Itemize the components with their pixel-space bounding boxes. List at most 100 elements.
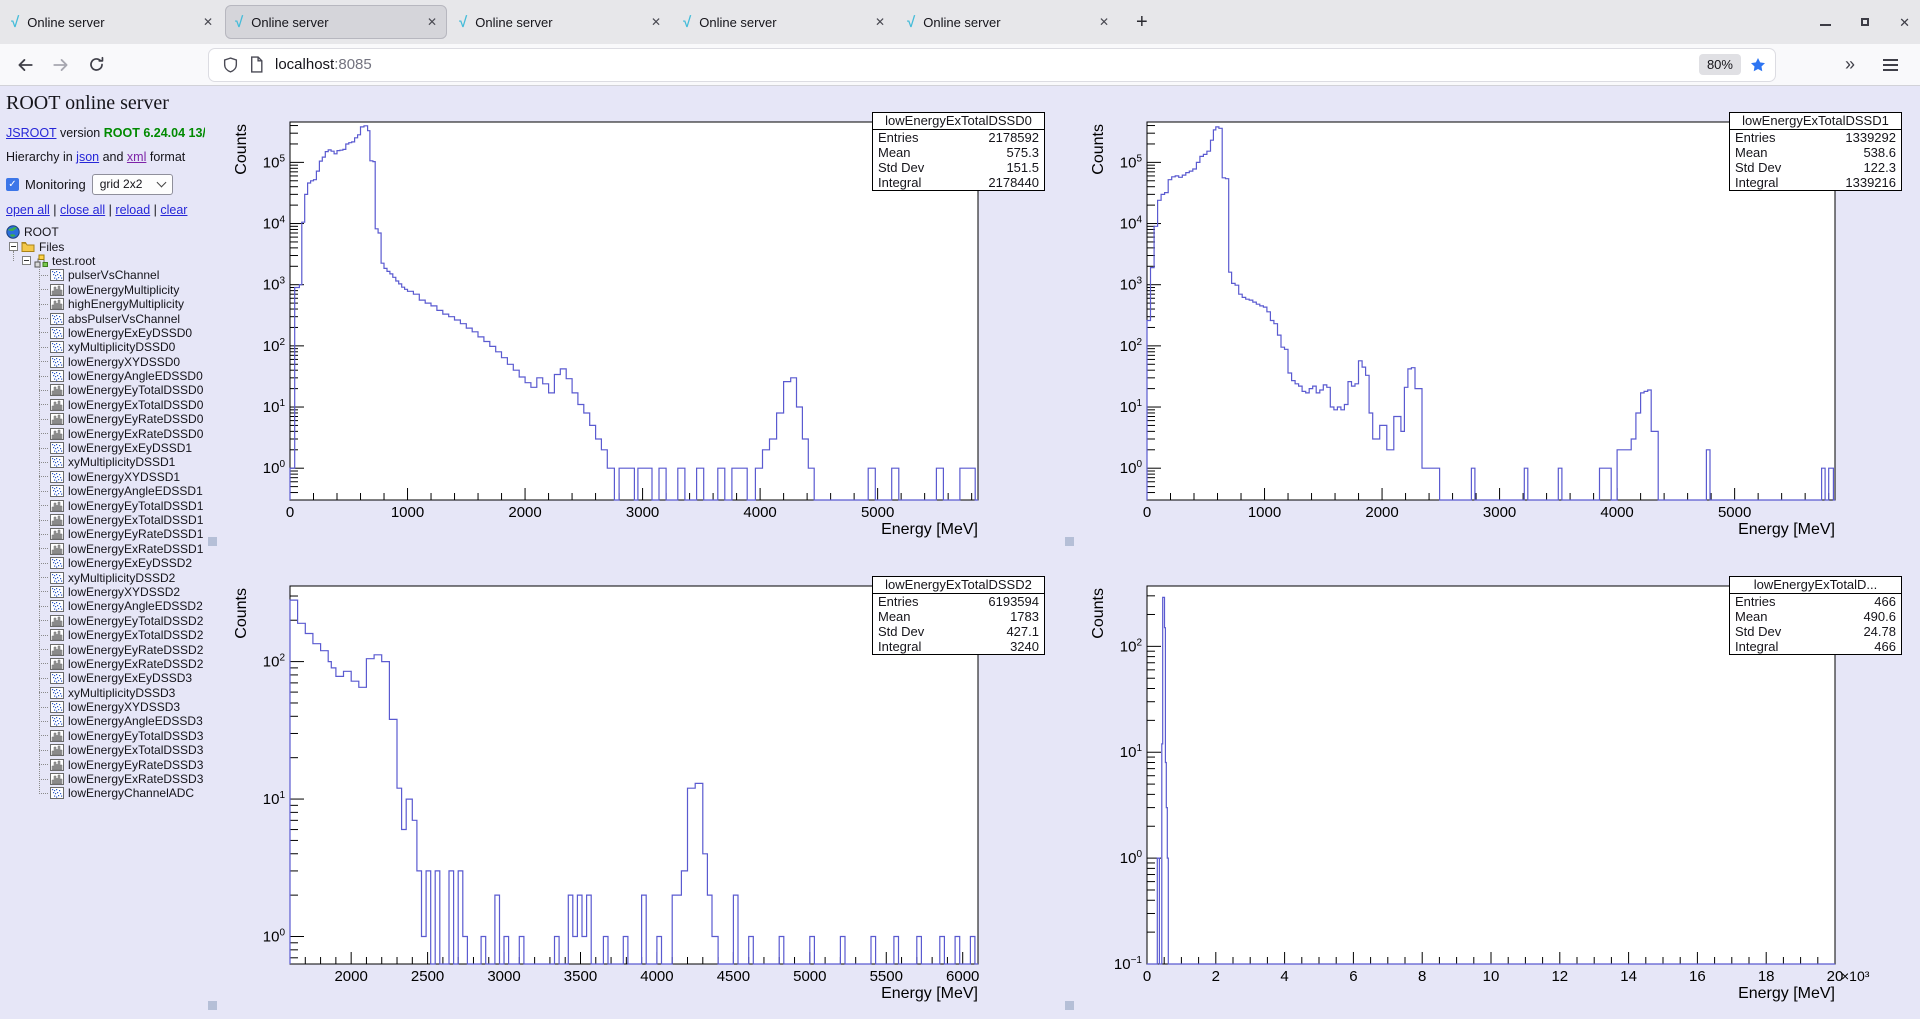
stats-box[interactable]: lowEnergyExTotalDSSD2 Entries 6193594 Mean 1… xyxy=(872,576,1045,655)
grid-layout-select[interactable]: grid 2x2 xyxy=(91,174,174,195)
tab-strip: √ Online server ✕ √ Online server ✕ √ Online se… xyxy=(0,0,1120,44)
tab-close-icon[interactable]: ✕ xyxy=(203,15,213,29)
browser-tab[interactable]: √ Online server ✕ xyxy=(1,5,223,39)
close-all-link[interactable]: close all xyxy=(60,203,105,217)
tree-item[interactable]: lowEnergyEyRateDSSD1 xyxy=(5,527,205,541)
tree-item[interactable]: lowEnergyExTotalDSSD3 xyxy=(5,743,205,757)
collapse-expander-icon[interactable] xyxy=(9,242,18,252)
tree-item[interactable]: lowEnergyEyTotalDSSD2 xyxy=(5,614,205,628)
canvas-pad[interactable]: 10−1 100 101 102 0 2 4 6 8 10 12 14 16 18 20 Energy [Me… xyxy=(1062,550,1920,1014)
tree-item[interactable]: xyMultiplicityDSSD0 xyxy=(5,340,205,354)
tree-item[interactable]: lowEnergyChannelADC xyxy=(5,786,205,800)
bookmark-star-icon[interactable] xyxy=(1749,56,1767,74)
pad-resize-handle[interactable] xyxy=(1065,1001,1074,1010)
window-close-icon[interactable]: ✕ xyxy=(1899,16,1910,29)
pad-resize-handle[interactable] xyxy=(208,1001,217,1010)
tree-item[interactable]: xyMultiplicityDSSD3 xyxy=(5,686,205,700)
stats-row: Mean 575.3 xyxy=(873,145,1044,160)
tree-item[interactable]: lowEnergyExRateDSSD0 xyxy=(5,426,205,440)
shield-icon[interactable] xyxy=(222,56,239,74)
tree-item[interactable]: lowEnergyAngleEDSSD2 xyxy=(5,599,205,613)
tree-item[interactable]: lowEnergyExEyDSSD2 xyxy=(5,556,205,570)
url-bar[interactable]: localhost:8085 80% xyxy=(209,48,1775,81)
pad-resize-handle[interactable] xyxy=(208,537,217,546)
tree-item[interactable]: lowEnergyExEyDSSD3 xyxy=(5,671,205,685)
tree-item-files[interactable]: Files xyxy=(5,239,205,253)
tree-item[interactable]: lowEnergyExRateDSSD2 xyxy=(5,657,205,671)
app-menu-icon[interactable] xyxy=(1883,58,1898,71)
tree-item[interactable]: xyMultiplicityDSSD1 xyxy=(5,455,205,469)
stats-row: Entries 6193594 xyxy=(873,594,1044,609)
tab-close-icon[interactable]: ✕ xyxy=(427,15,437,29)
monitoring-checkbox[interactable]: ✓ xyxy=(6,178,19,191)
tree-item[interactable]: lowEnergyEyRateDSSD3 xyxy=(5,757,205,771)
window-maximize-icon[interactable] xyxy=(1861,18,1870,26)
histogram-2d-icon xyxy=(50,557,64,570)
stat-label: Mean xyxy=(1735,609,1768,624)
tree-item[interactable]: lowEnergyEyTotalDSSD1 xyxy=(5,498,205,512)
new-tab-button[interactable]: + xyxy=(1136,12,1148,32)
url-text[interactable]: localhost:8085 xyxy=(275,56,372,73)
tree-item[interactable]: highEnergyMultiplicity xyxy=(5,297,205,311)
tree-item[interactable]: lowEnergyAngleEDSSD1 xyxy=(5,484,205,498)
tree-item[interactable]: lowEnergyEyTotalDSSD3 xyxy=(5,729,205,743)
xml-link[interactable]: xml xyxy=(127,150,146,164)
tree-item[interactable]: lowEnergyExTotalDSSD1 xyxy=(5,513,205,527)
y-axis-title: Counts xyxy=(233,124,250,175)
x-tick-label: 1000 xyxy=(391,504,424,521)
tab-close-icon[interactable]: ✕ xyxy=(651,15,661,29)
separator: | xyxy=(53,203,57,217)
tree-item[interactable]: lowEnergyExEyDSSD1 xyxy=(5,441,205,455)
stats-box[interactable]: lowEnergyExTotalDSSD0 Entries 2178592 Mean 5… xyxy=(872,112,1045,191)
stats-box[interactable]: lowEnergyExTotalD... Entries 466 Mean 490.6 S… xyxy=(1729,576,1902,655)
window-minimize-icon[interactable] xyxy=(1820,24,1832,26)
tab-close-icon[interactable]: ✕ xyxy=(1099,15,1109,29)
pad-resize-handle[interactable] xyxy=(1065,537,1074,546)
tree-item[interactable]: lowEnergyExTotalDSSD2 xyxy=(5,628,205,642)
tree-item[interactable]: lowEnergyExRateDSSD3 xyxy=(5,772,205,786)
zoom-level-badge[interactable]: 80% xyxy=(1698,54,1741,75)
tree-item[interactable]: lowEnergyXYDSSD3 xyxy=(5,700,205,714)
clear-link[interactable]: clear xyxy=(160,203,187,217)
tree-item-test-root[interactable]: test.root xyxy=(5,254,205,268)
canvas-pad[interactable]: 100 101 102 103 104 105 0 1000 2000 3000 4000 5000 E… xyxy=(205,86,1062,550)
overflow-menu-icon[interactable]: » xyxy=(1845,54,1855,75)
tab-close-icon[interactable]: ✕ xyxy=(875,15,885,29)
tree-item[interactable]: lowEnergyExRateDSSD1 xyxy=(5,542,205,556)
canvas-pad[interactable]: 100 101 102 2000 2500 3000 3500 4000 4500 5000 550… xyxy=(205,550,1062,1014)
reload-icon[interactable] xyxy=(88,56,105,73)
collapse-expander-icon[interactable] xyxy=(22,256,31,266)
json-link[interactable]: json xyxy=(76,150,99,164)
tree-item[interactable]: lowEnergyEyRateDSSD2 xyxy=(5,642,205,656)
reload-link[interactable]: reload xyxy=(115,203,150,217)
open-all-link[interactable]: open all xyxy=(6,203,50,217)
tree-item[interactable]: pulserVsChannel xyxy=(5,268,205,282)
tree-item[interactable]: lowEnergyMultiplicity xyxy=(5,283,205,297)
back-icon[interactable] xyxy=(16,56,34,74)
jsroot-link[interactable]: JSROOT xyxy=(6,126,56,140)
forward-icon[interactable] xyxy=(52,56,70,74)
tree-item-root[interactable]: ROOT xyxy=(5,225,205,239)
tree-item[interactable]: xyMultiplicityDSSD2 xyxy=(5,570,205,584)
page-info-icon[interactable] xyxy=(249,56,264,73)
tree-item[interactable]: lowEnergyXYDSSD0 xyxy=(5,355,205,369)
tree-item[interactable]: lowEnergyAngleEDSSD0 xyxy=(5,369,205,383)
browser-tab[interactable]: √ Online server ✕ xyxy=(673,5,895,39)
tree-item[interactable]: lowEnergyAngleEDSSD3 xyxy=(5,714,205,728)
tree-item[interactable]: absPulserVsChannel xyxy=(5,311,205,325)
x-tick-label: 3500 xyxy=(564,968,597,985)
tree-item[interactable]: lowEnergyXYDSSD2 xyxy=(5,585,205,599)
x-tick-label: 5000 xyxy=(793,968,826,985)
browser-tab[interactable]: √ Online server ✕ xyxy=(449,5,671,39)
y-tick-label: 104 xyxy=(263,215,286,233)
browser-tab[interactable]: √ Online server ✕ xyxy=(225,5,447,39)
tree-item[interactable]: lowEnergyExTotalDSSD0 xyxy=(5,398,205,412)
browser-tab[interactable]: √ Online server ✕ xyxy=(897,5,1119,39)
stats-box[interactable]: lowEnergyExTotalDSSD1 Entries 1339292 Mean 5… xyxy=(1729,112,1902,191)
tree-connector xyxy=(39,505,48,507)
canvas-pad[interactable]: 100 101 102 103 104 105 0 1000 2000 3000 4000 5000 E… xyxy=(1062,86,1920,550)
tree-item[interactable]: lowEnergyExEyDSSD0 xyxy=(5,326,205,340)
tree-item[interactable]: lowEnergyEyRateDSSD0 xyxy=(5,412,205,426)
tree-item[interactable]: lowEnergyEyTotalDSSD0 xyxy=(5,383,205,397)
tree-item[interactable]: lowEnergyXYDSSD1 xyxy=(5,470,205,484)
